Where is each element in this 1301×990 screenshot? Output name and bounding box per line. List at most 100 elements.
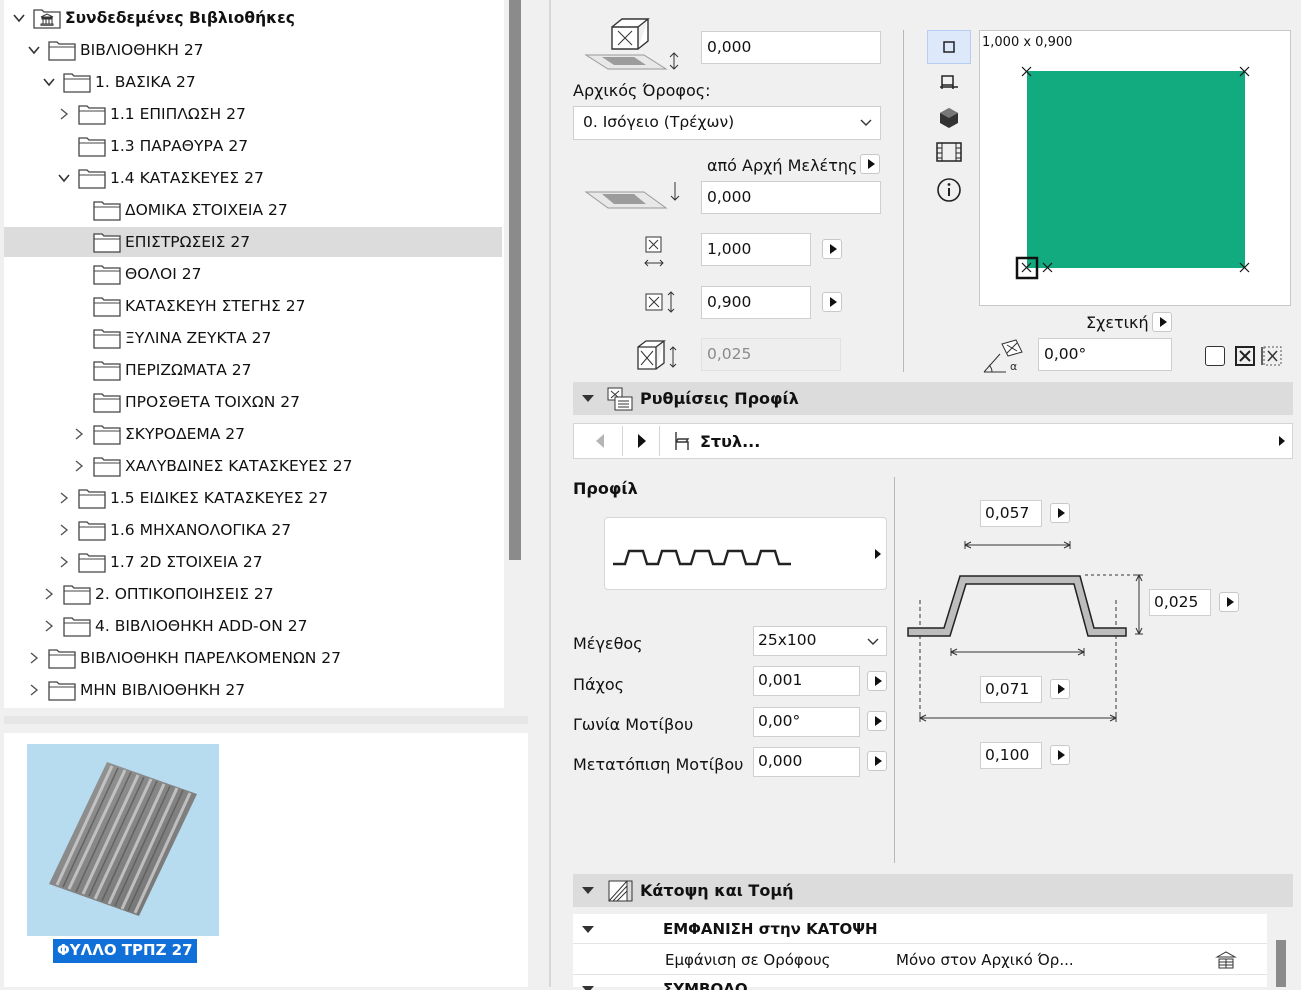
folder-icon (63, 583, 91, 605)
tree-item[interactable]: ΒΙΒΛΙΟΘΗΚΗ ΠΑΡΕΛΚΟΜΕΝΩΝ 27 (4, 643, 502, 673)
panel-splitter[interactable] (4, 716, 528, 724)
tree-item-label: 1.4 ΚΑΤΑΣΚΕΥΕΣ 27 (110, 169, 264, 187)
tree-item-label: 1. ΒΑΣΙΚΑ 27 (95, 73, 196, 91)
tree-item[interactable]: ΞΥΛΙΝΑ ΖΕΥΚΤΑ 27 (4, 323, 502, 353)
tree-item-label: ΒΙΒΛΙΟΘΗΚΗ ΠΑΡΕΛΚΟΜΕΝΩΝ 27 (80, 649, 342, 667)
tree-item-label: 1.1 ΕΠΙΠΛΩΣΗ 27 (110, 105, 246, 123)
tree-item[interactable]: ΒΙΒΛΙΟΘΗΚΗ 27 (4, 35, 502, 65)
tree-item[interactable]: ΘΟΛΟΙ 27 (4, 259, 502, 289)
library-tree: Συνδεδεμένες Βιβλιοθήκες ΒΙΒΛΙΟΘΗΚΗ 27 1.… (4, 0, 504, 708)
info-button[interactable] (936, 177, 962, 203)
plan-section-header[interactable]: Κάτοψη και Τομή (573, 874, 1293, 907)
tree-item-label: 1.6 ΜΗΧΑΝΟΛΟΓΙΚΑ 27 (110, 521, 292, 539)
offset-input[interactable]: 0,000 (701, 181, 881, 214)
thickness-input[interactable]: 0,001 (753, 666, 860, 696)
mirror-x-button[interactable] (1234, 345, 1256, 367)
floor-plan-view-button[interactable] (927, 30, 971, 64)
chevron-right-icon[interactable] (42, 619, 56, 633)
bottom-width-input[interactable]: 0,071 (980, 676, 1042, 703)
pattern-angle-input[interactable]: 0,00° (753, 707, 860, 737)
size-select[interactable]: 25x100 (753, 626, 887, 656)
depth-input[interactable]: 0,900 (701, 286, 811, 319)
settings-group-row[interactable]: ΣΥΜΒΟΛΟ (573, 976, 1267, 990)
total-width-input[interactable]: 0,100 (980, 742, 1042, 769)
row-label: Εμφάνιση σε Ορόφους (665, 951, 831, 969)
rib-height-input[interactable]: 0,025 (1149, 589, 1211, 616)
chevron-right-icon[interactable] (27, 651, 41, 665)
chevron-right-icon[interactable] (57, 491, 71, 505)
tree-item[interactable]: ΚΑΤΑΣΚΕΥΗ ΣΤΕΓΗΣ 27 (4, 291, 502, 321)
settings-group-row[interactable]: ΕΜΦΑΝΙΣΗ στην ΚΑΤΟΨΗ (573, 914, 1267, 944)
tree-item-label: ΣΚΥΡΟΔΕΜΑ 27 (125, 425, 245, 443)
tree-item[interactable]: 2. ΟΠΤΙΚΟΠΟΙΗΣΕΙΣ 27 (4, 579, 502, 609)
chevron-right-icon[interactable] (57, 523, 71, 537)
profile-picker[interactable] (604, 517, 887, 590)
chevron-down-icon[interactable] (27, 43, 41, 57)
elevation-input[interactable]: 0,000 (701, 31, 881, 64)
top-width-input[interactable]: 0,057 (980, 500, 1042, 527)
prev-style-button[interactable] (580, 426, 620, 456)
depth-icon (644, 290, 680, 318)
reference-menu-button[interactable] (860, 154, 880, 174)
tree-item[interactable]: ΣΚΥΡΟΔΕΜΑ 27 (4, 419, 502, 449)
tree-item[interactable]: ΕΠΙΣΤΡΩΣΕΙΣ 27 (4, 227, 502, 257)
home-story-select[interactable]: 0. Ισόγειο (Τρέχων) (573, 106, 881, 140)
chevron-right-icon[interactable] (57, 555, 71, 569)
chevron-down-icon[interactable] (42, 75, 56, 89)
chevron-right-icon[interactable] (57, 107, 71, 121)
film-view-button[interactable] (935, 140, 963, 164)
tree-item-label: ΞΥΛΙΝΑ ΖΕΥΚΤΑ 27 (125, 329, 272, 347)
plan-preview[interactable]: 1,000 x 0,900 (979, 30, 1291, 306)
width-input[interactable]: 1,000 (701, 233, 811, 266)
relative-menu-button[interactable] (1152, 312, 1172, 332)
chevron-down-icon[interactable] (57, 171, 71, 185)
tree-item[interactable]: ΧΑΛΥΒΔΙΝΕΣ ΚΑΤΑΣΚΕΥΕΣ 27 (4, 451, 502, 481)
bottom-width-menu-button[interactable] (1050, 679, 1070, 699)
chevron-right-icon[interactable] (42, 587, 56, 601)
section-view-button[interactable] (937, 74, 961, 96)
profile-settings-header[interactable]: Ρυθμίσεις Προφίλ (573, 382, 1293, 415)
tree-item[interactable]: 1.7 2D ΣΤΟΙΧΕΙΑ 27 (4, 547, 502, 577)
tree-item[interactable]: ΜΗΝ ΒΙΒΛΙΟΘΗΚΗ 27 (4, 675, 502, 705)
tree-root[interactable]: Συνδεδεμένες Βιβλιοθήκες (4, 3, 502, 33)
next-style-button[interactable] (622, 426, 660, 456)
tree-item[interactable]: 1. ΒΑΣΙΚΑ 27 (4, 67, 502, 97)
3d-view-button[interactable] (937, 106, 961, 130)
depth-menu-button[interactable] (822, 292, 842, 312)
chevron-down-icon[interactable] (12, 11, 26, 25)
style-dropdown[interactable]: Στυλ... (664, 424, 1290, 458)
total-width-menu-button[interactable] (1050, 745, 1070, 765)
tree-item[interactable]: 1.6 ΜΗΧΑΝΟΛΟΓΙΚΑ 27 (4, 515, 502, 545)
tree-item[interactable]: 1.3 ΠΑΡΑΘΥΡΑ 27 (4, 131, 502, 161)
chevron-right-icon[interactable] (72, 459, 86, 473)
rotation-input[interactable]: 0,00° (1038, 338, 1172, 371)
tree-item[interactable]: ΠΕΡΙΖΩΜΑΤΑ 27 (4, 355, 502, 385)
pattern-offset-menu-button[interactable] (867, 751, 887, 771)
tree-item[interactable]: ΔΟΜΙΚΑ ΣΤΟΙΧΕΙΑ 27 (4, 195, 502, 225)
thickness-menu-button[interactable] (867, 671, 887, 691)
pattern-offset-input[interactable]: 0,000 (753, 747, 860, 777)
thickness-label: Πάχος (573, 675, 624, 694)
tree-item-label: ΒΙΒΛΙΟΘΗΚΗ 27 (80, 41, 204, 59)
chevron-right-icon[interactable] (72, 427, 86, 441)
tree-item[interactable]: 1.1 ΕΠΙΠΛΩΣΗ 27 (4, 99, 502, 129)
top-width-menu-button[interactable] (1050, 503, 1070, 523)
object-name-label[interactable]: ΦΥΛΛΟ ΤΡΠΖ 27 (53, 939, 197, 963)
object-thumbnail[interactable] (27, 744, 219, 936)
tree-scrollbar[interactable] (509, 0, 521, 560)
home-story-label: Αρχικός Όροφος: (573, 81, 711, 100)
tree-item[interactable]: ΠΡΟΣΘΕΤΑ ΤΟΙΧΩΝ 27 (4, 387, 502, 417)
settings-row[interactable]: Εμφάνιση σε Ορόφους Μόνο στον Αρχικό Όρ.… (573, 945, 1267, 975)
chevron-right-icon[interactable] (27, 683, 41, 697)
tree-item[interactable]: 4. ΒΙΒΛΙΟΘΗΚΗ ADD-ON 27 (4, 611, 502, 641)
width-menu-button[interactable] (822, 239, 842, 259)
mirror-y-button[interactable] (1260, 345, 1284, 367)
settings-scrollbar[interactable] (1276, 940, 1286, 987)
rib-height-menu-button[interactable] (1219, 592, 1239, 612)
mirror-checkbox[interactable] (1205, 346, 1225, 366)
library-icon (33, 7, 61, 29)
tree-item[interactable]: 1.5 ΕΙΔΙΚΕΣ ΚΑΤΑΣΚΕΥΕΣ 27 (4, 483, 502, 513)
divider (903, 30, 904, 372)
tree-item[interactable]: 1.4 ΚΑΤΑΣΚΕΥΕΣ 27 (4, 163, 502, 193)
pattern-angle-menu-button[interactable] (867, 711, 887, 731)
